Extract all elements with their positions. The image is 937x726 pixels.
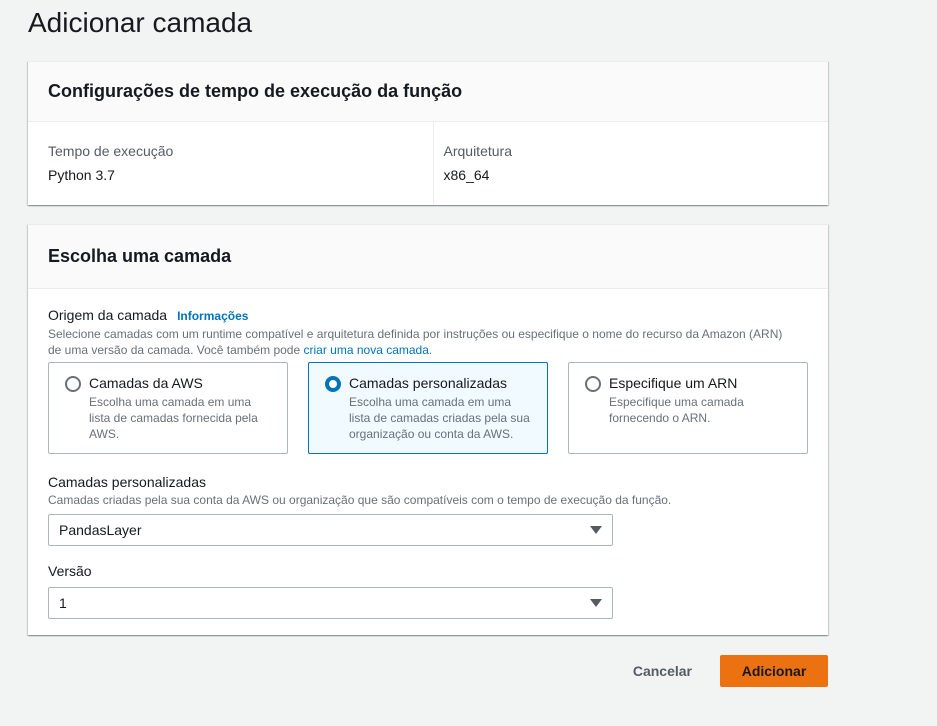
runtime-settings-header: Configurações de tempo de execução da fu… [28,62,828,122]
layer-source-desc-line1: Selecione camadas com um runtime compatí… [48,327,783,341]
tile-aws-layers-text: Camadas da AWS Escolha uma camada em uma… [89,374,273,453]
tile-aws-layers-desc: Escolha uma camada em uma lista de camad… [89,395,258,441]
custom-layers-field: Camadas personalizadas Camadas criadas p… [48,472,808,546]
caret-down-icon [590,599,602,607]
version-field: Versão 1 [48,561,808,619]
layer-source-desc-prefix: de uma versão da camada. Você também pod… [48,343,304,357]
architecture-label: Arquitetura [443,143,512,159]
layer-source-desc-suffix: . [428,343,433,357]
version-selected-value: 1 [59,595,67,611]
tile-aws-layers[interactable]: Camadas da AWS Escolha uma camada em uma… [48,362,288,454]
custom-layers-description: Camadas criadas pela sua conta da AWS ou… [48,493,672,507]
tile-specify-arn-text: Especifique um ARN Especifique uma camad… [609,374,793,453]
tile-specify-arn[interactable]: Especifique um ARN Especifique uma camad… [568,362,808,454]
radio-custom-layers[interactable] [325,376,341,392]
caret-down-icon [590,526,602,534]
custom-layers-selected-value: PandasLayer [59,522,142,538]
choose-layer-panel: Escolha uma camada Origem da camada Info… [28,224,828,635]
add-button[interactable]: Adicionar [720,655,828,687]
version-label: Versão [48,563,92,579]
layer-source-tiles: Camadas da AWS Escolha uma camada em uma… [48,362,808,454]
architecture-column: Arquitetura x86_64 [432,122,829,205]
custom-layers-label: Camadas personalizadas [48,474,206,490]
cancel-button[interactable]: Cancelar [633,663,692,679]
layer-source-label-row: Origem da camada Informações [48,305,808,326]
choose-layer-header: Escolha uma camada [28,225,828,289]
add-layer-page: Adicionar camada Configurações de tempo … [0,0,937,726]
custom-layers-select[interactable]: PandasLayer [48,514,613,546]
runtime-label: Tempo de execução [48,143,174,159]
tile-aws-layers-title: Camadas da AWS [89,375,203,391]
create-layer-link[interactable]: criar uma nova camada [304,343,429,357]
page-title: Adicionar camada [28,7,253,38]
version-select[interactable]: 1 [48,587,613,619]
layer-source-desc-line2: de uma versão da camada. Você também pod… [48,342,808,358]
runtime-value: Python 3.7 [48,167,115,183]
radio-aws-layers[interactable] [65,376,81,392]
layer-source-label: Origem da camada [48,307,168,323]
tile-specify-arn-desc: Especifique uma camada fornecendo o ARN. [609,395,744,425]
tile-custom-layers-title: Camadas personalizadas [349,375,507,391]
tile-custom-layers-text: Camadas personalizadas Escolha uma camad… [349,374,533,453]
tile-custom-layers[interactable]: Camadas personalizadas Escolha uma camad… [308,362,548,454]
runtime-column: Tempo de execução Python 3.7 [28,122,433,205]
form-actions: Cancelar Adicionar [633,655,828,687]
runtime-settings-body: Tempo de execução Python 3.7 Arquitetura… [28,122,828,205]
runtime-settings-panel: Configurações de tempo de execução da fu… [28,61,828,205]
tile-specify-arn-title: Especifique um ARN [609,375,738,391]
architecture-value: x86_64 [443,167,490,183]
radio-specify-arn[interactable] [585,376,601,392]
tile-custom-layers-desc: Escolha uma camada em uma lista de camad… [349,395,530,441]
choose-layer-body: Origem da camada Informações Selecione c… [28,289,828,619]
layer-source-description: Selecione camadas com um runtime compatí… [48,326,808,358]
info-link[interactable]: Informações [177,306,248,326]
